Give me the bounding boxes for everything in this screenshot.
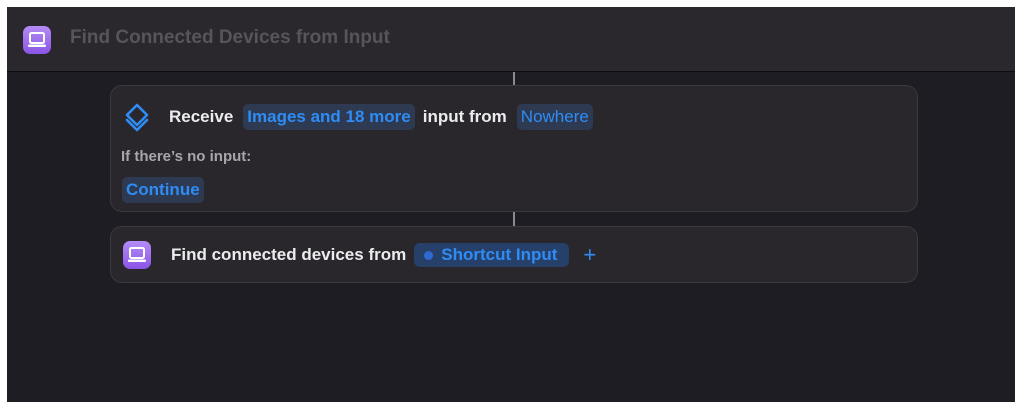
flow-connector-top	[513, 72, 515, 85]
find-devices-label: Find connected devices from	[171, 245, 407, 264]
shortcut-input-variable[interactable]: Shortcut Input	[414, 243, 570, 267]
title-bar: Find Connected Devices from Input	[7, 7, 1015, 72]
no-input-label: If there’s no input:	[121, 148, 252, 165]
shortcut-input-dot-icon	[424, 250, 434, 260]
find-devices-action-card[interactable]: Find connected devices from Shortcut Inp…	[110, 226, 918, 283]
shortcut-input-label: Shortcut Input	[441, 245, 558, 264]
receive-label: Receive	[169, 107, 234, 126]
shortcut-editor-window: Find Connected Devices from Input Receiv…	[7, 7, 1015, 402]
no-input-behavior-token[interactable]: Continue	[122, 177, 204, 203]
find-devices-row: Find connected devices from Shortcut Inp…	[123, 241, 596, 269]
input-source-token[interactable]: Nowhere	[516, 104, 593, 130]
input-from-label: input from	[422, 107, 507, 126]
input-types-token[interactable]: Images and 18 more	[243, 104, 415, 130]
shortcut-title[interactable]: Find Connected Devices from Input	[70, 27, 390, 49]
receive-action-card[interactable]: Receive Images and 18 more input from No…	[110, 85, 918, 212]
add-parameter-button[interactable]: +	[583, 244, 596, 266]
no-input-behavior-row: Continue	[122, 177, 204, 203]
receive-row: Receive Images and 18 more input from No…	[123, 102, 593, 132]
flow-connector-middle	[513, 212, 515, 226]
shortcuts-layers-icon	[123, 102, 151, 132]
connected-devices-icon[interactable]	[23, 26, 51, 54]
connected-devices-icon	[123, 241, 151, 269]
